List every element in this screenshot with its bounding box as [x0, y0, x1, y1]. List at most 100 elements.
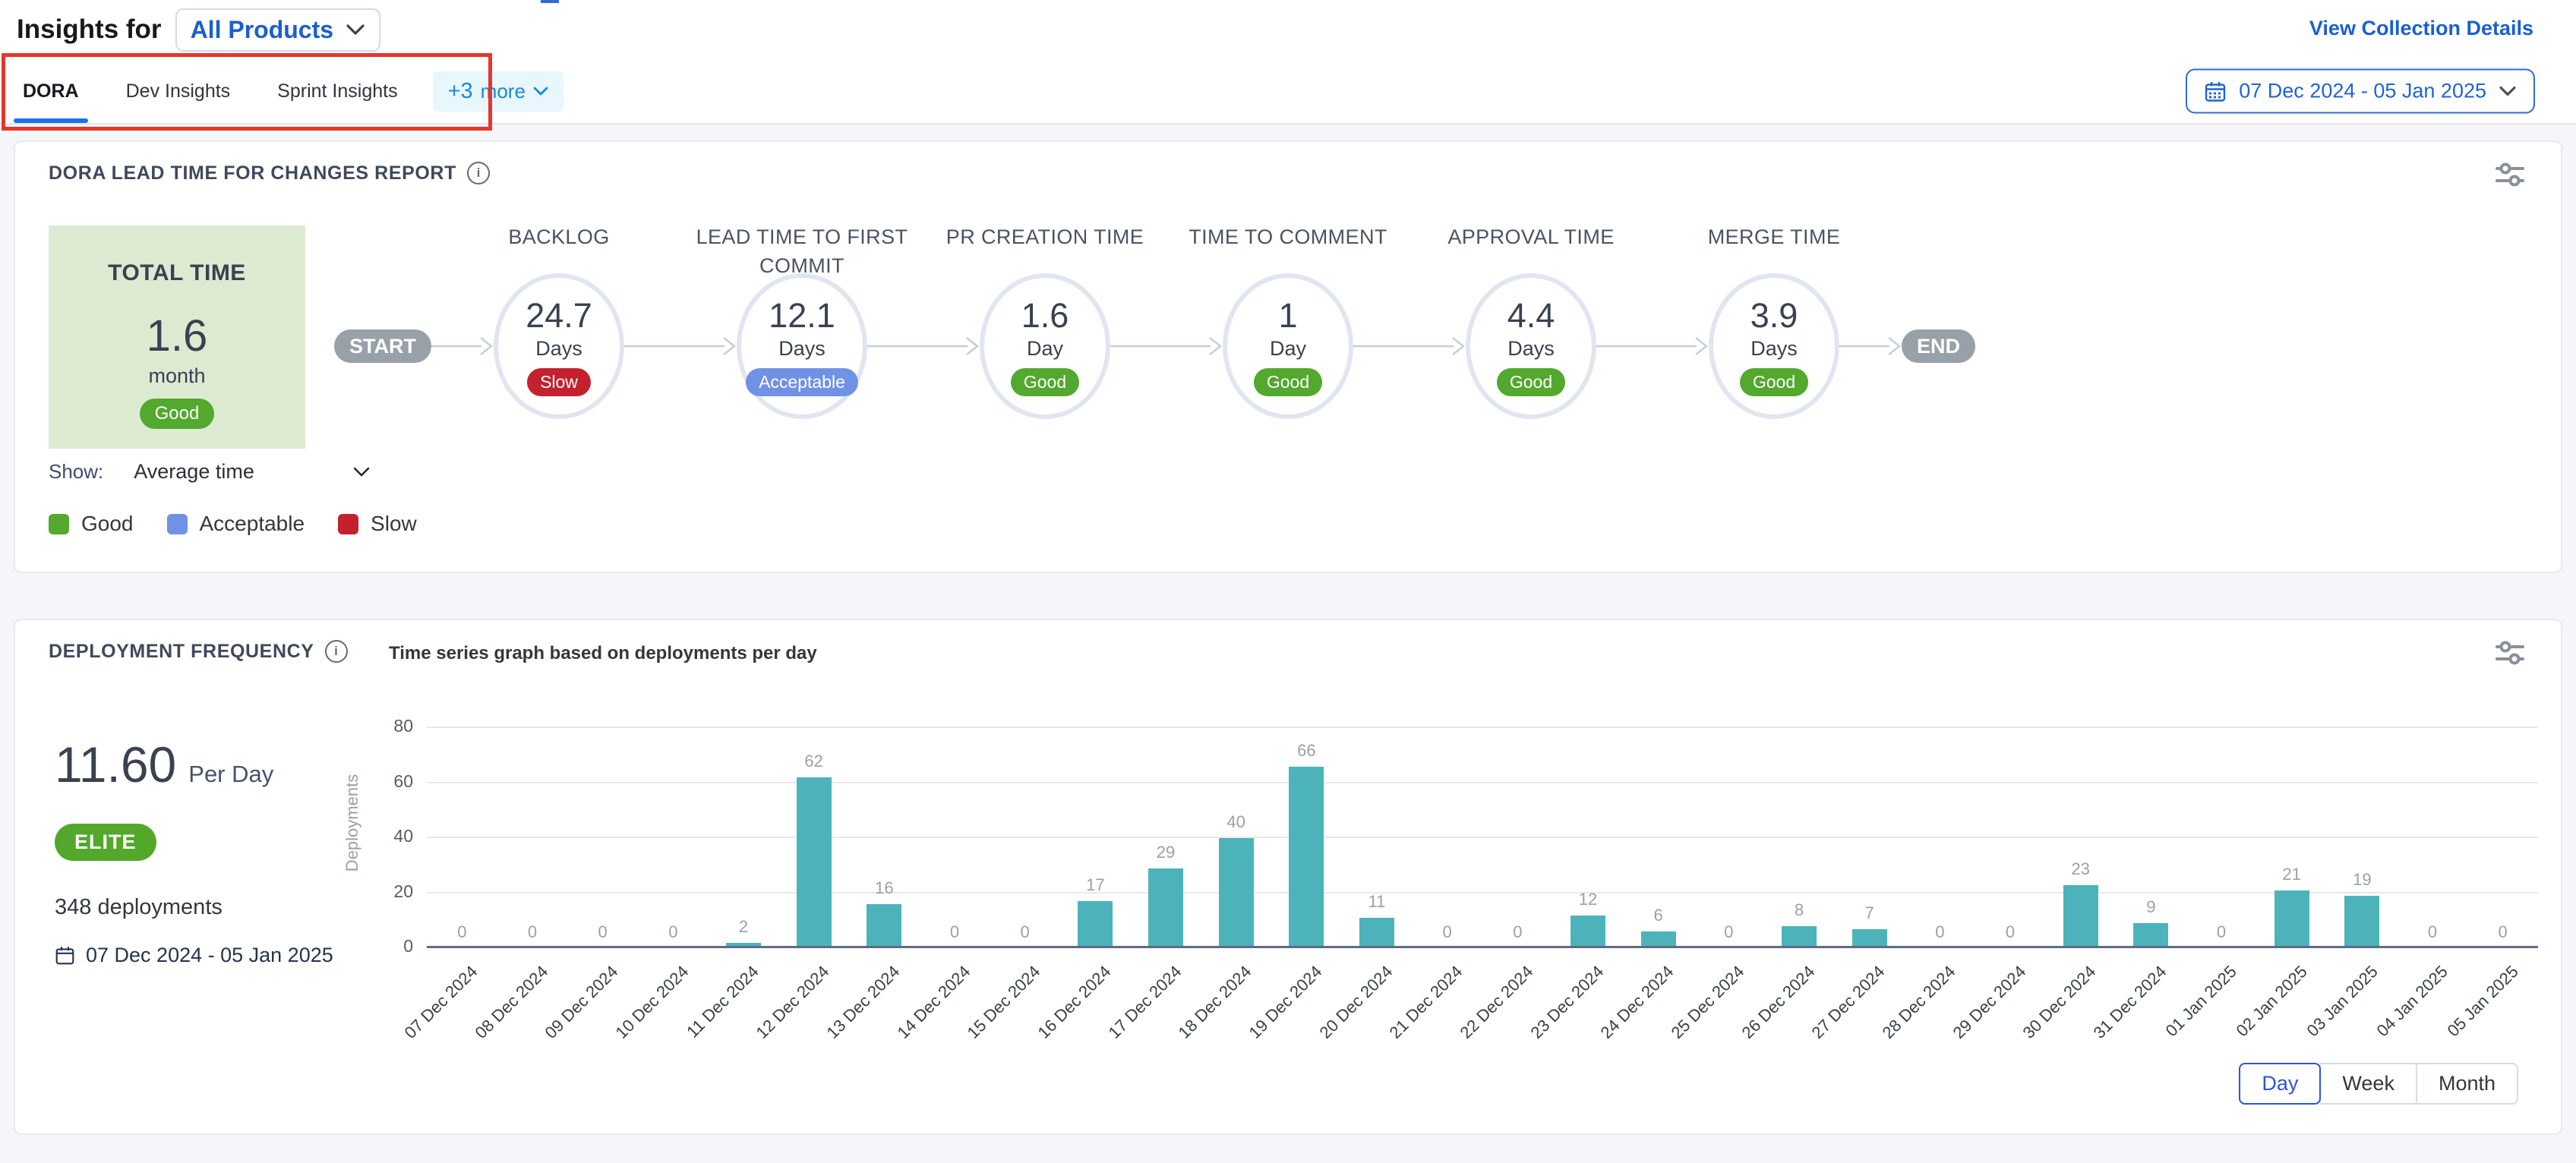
bar[interactable]	[2063, 885, 2098, 948]
bar[interactable]	[1219, 838, 1254, 948]
bar[interactable]	[1148, 868, 1183, 948]
bar-value-label: 0	[598, 922, 608, 942]
stage-label: PR CREATION TIME	[920, 223, 1170, 252]
bar-value-label: 0	[1724, 922, 1733, 942]
more-tabs-label: more	[481, 80, 526, 103]
bar-slot: 0	[1905, 728, 1975, 948]
tab-dev-insights[interactable]: Dev Insights	[126, 80, 231, 102]
y-axis-tick: 40	[377, 826, 413, 846]
bar[interactable]	[2344, 896, 2379, 948]
product-selector[interactable]: All Products	[175, 8, 380, 52]
chart-settings-icon[interactable]	[2496, 640, 2524, 666]
bar-slot: 16	[849, 728, 920, 948]
bar[interactable]	[867, 904, 901, 948]
bar[interactable]	[1571, 916, 1605, 949]
more-tabs-button[interactable]: +3 more	[433, 71, 564, 112]
bar-value-label: 19	[2353, 870, 2371, 890]
flow-arrow-icon	[1839, 333, 1902, 360]
chart-title: Time series graph based on deployments p…	[389, 643, 817, 664]
bar-value-label: 8	[1795, 900, 1804, 920]
show-metric-dropdown[interactable]: Average time	[129, 459, 374, 484]
tab-sprint-insights[interactable]: Sprint Insights	[277, 80, 397, 102]
bar[interactable]	[1359, 918, 1394, 948]
stage-status-badge: Good	[1740, 368, 1808, 396]
chart-baseline	[427, 946, 2538, 948]
info-icon[interactable]: i	[325, 640, 348, 663]
stage-pr-creation-time: PR CREATION TIME1.6DayGood	[980, 223, 1110, 419]
stage-unit: Days	[535, 337, 582, 361]
bar-value-label: 0	[668, 922, 677, 942]
total-time-card: TOTAL TIME 1.6 month Good	[49, 225, 305, 449]
stage-label: MERGE TIME	[1649, 223, 1899, 252]
bar-slot: 11	[1342, 728, 1413, 948]
bar-value-label: 23	[2071, 859, 2089, 879]
bar-value-label: 16	[875, 878, 893, 898]
bar-slot: 21	[2256, 728, 2327, 948]
show-metric-row: Show: Average time	[49, 459, 374, 484]
bar-value-label: 29	[1157, 843, 1175, 862]
chart-settings-icon[interactable]	[2496, 162, 2524, 188]
stage-status-badge: Good	[1497, 368, 1565, 396]
bar-slot: 0	[1482, 728, 1553, 948]
bar-value-label: 6	[1654, 906, 1663, 925]
bar-slot: 12	[1553, 728, 1624, 948]
chevron-down-icon	[2499, 86, 2517, 97]
stage-unit: Days	[1750, 337, 1798, 361]
deployment-date-range: 07 Dec 2024 - 05 Jan 2025	[55, 944, 333, 967]
bar-slot: 62	[778, 728, 849, 948]
bar-slot: 0	[1694, 728, 1764, 948]
deployment-rate-unit: Per Day	[188, 761, 273, 788]
chevron-down-icon	[533, 87, 548, 96]
product-selector-label: All Products	[191, 16, 333, 44]
y-axis-tick: 60	[377, 771, 413, 792]
tab-list: DORA Dev Insights Sprint Insights	[23, 80, 398, 102]
flow-arrow-icon	[431, 333, 494, 360]
deployment-rate: 11.60 Per Day	[55, 736, 273, 793]
deployment-title-row: DEPLOYMENT FREQUENCY i	[49, 640, 348, 663]
stage-status-badge: Good	[1011, 368, 1079, 396]
bar-slot: 8	[1764, 728, 1835, 948]
bar[interactable]	[1782, 926, 1817, 948]
total-time-status-badge: Good	[140, 399, 215, 429]
bar-slot: 40	[1201, 728, 1271, 948]
bar-slot: 7	[1834, 728, 1905, 948]
granularity-week[interactable]: Week	[2319, 1063, 2417, 1105]
bar-slot: 0	[1975, 728, 2046, 948]
bar[interactable]	[1078, 901, 1113, 948]
lead-time-flow: STARTBACKLOG24.7DaysSlowLEAD TIME TO FIR…	[334, 223, 1975, 419]
bar-value-label: 7	[1865, 903, 1874, 923]
bar-slot: 0	[990, 728, 1060, 948]
granularity-month[interactable]: Month	[2416, 1063, 2518, 1105]
bar-value-label: 12	[1579, 890, 1597, 909]
bar-slot: 0	[2467, 728, 2538, 948]
bar-slot: 66	[1271, 728, 1342, 948]
bar-slot: 19	[2327, 728, 2398, 948]
date-range-picker[interactable]: 07 Dec 2024 - 05 Jan 2025	[2186, 69, 2535, 114]
bar-slot: 0	[920, 728, 990, 948]
bar-slot: 0	[567, 728, 638, 948]
stage-node: 1.6DayGood	[980, 273, 1110, 419]
legend-label: Acceptable	[200, 512, 305, 536]
info-icon[interactable]: i	[467, 162, 490, 184]
stage-status-badge: Acceptable	[746, 368, 858, 396]
y-axis-tick: 80	[377, 716, 413, 736]
bar-slot: 0	[2186, 728, 2257, 948]
y-axis-tick: 0	[377, 936, 413, 957]
stage-value: 12.1	[769, 296, 835, 336]
stage-label: TIME TO COMMENT	[1163, 223, 1413, 252]
granularity-day[interactable]: Day	[2239, 1063, 2321, 1105]
top-clipped-element	[541, 0, 559, 3]
bar[interactable]	[2133, 923, 2168, 948]
stage-label: BACKLOG	[434, 223, 684, 252]
bar-slot: 0	[638, 728, 709, 948]
bar-value-label: 0	[2499, 922, 2508, 942]
granularity-toggle: DayWeekMonth	[2239, 1063, 2518, 1105]
bar[interactable]	[1289, 767, 1324, 948]
tab-dora[interactable]: DORA	[23, 80, 79, 102]
bar-slot: 2	[709, 728, 779, 948]
bar[interactable]	[797, 777, 832, 948]
bar[interactable]	[2275, 890, 2309, 948]
legend-swatch	[167, 514, 188, 534]
view-collection-details-link[interactable]: View Collection Details	[2309, 17, 2533, 40]
bar-slot: 0	[1412, 728, 1482, 948]
